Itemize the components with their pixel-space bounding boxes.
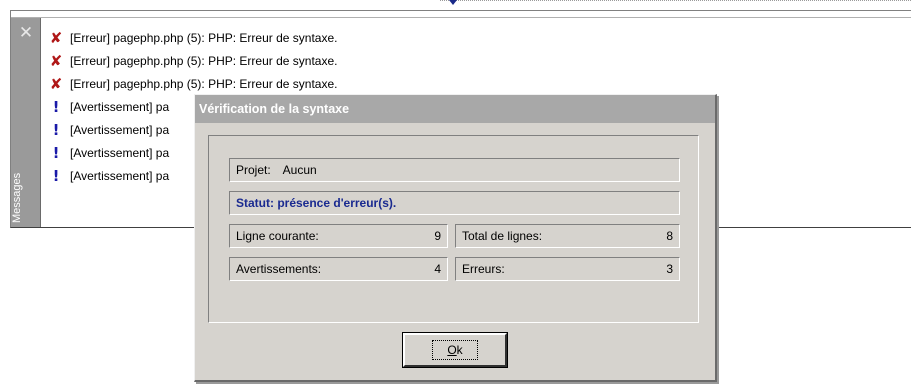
messages-panel-title: Messages: [11, 172, 23, 224]
message-text: [Avertissement] pa: [70, 99, 170, 114]
project-value: Aucun: [282, 163, 317, 177]
message-text: [Erreur] pagephp.php (5): PHP: Erreur de…: [70, 76, 338, 91]
ok-button-label: Ok: [432, 340, 478, 360]
message-text: [Avertissement] pa: [70, 122, 170, 137]
message-row[interactable]: ✘ [Erreur] pagephp.php (5): PHP: Erreur d…: [49, 49, 338, 72]
warning-icon: !: [52, 120, 60, 139]
current-line-value: 9: [434, 229, 441, 243]
message-text: [Avertissement] pa: [70, 168, 170, 183]
errors-label: Erreurs:: [462, 262, 505, 276]
dropdown-marker-icon: [449, 0, 457, 5]
message-text: [Avertissement] pa: [70, 145, 170, 160]
warnings-label: Avertissements:: [236, 262, 322, 276]
errors-value: 3: [666, 262, 673, 276]
dialog-body: Projet: Aucun Statut: présence d'erreur(…: [208, 135, 699, 323]
project-field: Projet: Aucun: [229, 158, 680, 182]
message-row[interactable]: ✘ [Erreur] pagephp.php (5): PHP: Erreur d…: [49, 26, 338, 49]
warnings-field: Avertissements: 4: [229, 257, 448, 281]
warning-icon: !: [52, 97, 60, 116]
error-x-icon: ✘: [49, 74, 63, 93]
status-field: Statut: présence d'erreur(s).: [229, 191, 680, 215]
syntax-check-dialog: Vérification de la syntaxe Projet: Aucun…: [194, 94, 717, 382]
total-lines-field: Total de lignes: 8: [455, 224, 680, 248]
total-lines-value: 8: [666, 229, 673, 243]
error-x-icon: ✘: [49, 51, 63, 70]
warnings-value: 4: [434, 262, 441, 276]
warning-icon: !: [52, 143, 60, 162]
errors-field: Erreurs: 3: [455, 257, 680, 281]
warning-icon: !: [52, 166, 60, 185]
messages-panel-handle[interactable]: ✕ Messages: [11, 18, 41, 227]
toolbar-edge: [440, 0, 911, 6]
close-icon[interactable]: ✕: [17, 24, 35, 42]
ok-button[interactable]: Ok: [402, 332, 508, 368]
error-x-icon: ✘: [49, 28, 63, 47]
project-label: Projet:: [236, 163, 271, 177]
dialog-title[interactable]: Vérification de la syntaxe: [195, 95, 715, 123]
message-text: [Erreur] pagephp.php (5): PHP: Erreur de…: [70, 30, 338, 45]
current-line-label: Ligne courante:: [236, 229, 319, 243]
message-text: [Erreur] pagephp.php (5): PHP: Erreur de…: [70, 53, 338, 68]
current-line-field: Ligne courante: 9: [229, 224, 448, 248]
message-row[interactable]: ✘ [Erreur] pagephp.php (5): PHP: Erreur d…: [49, 72, 338, 95]
status-text: Statut: présence d'erreur(s).: [236, 196, 397, 210]
total-lines-label: Total de lignes:: [462, 229, 543, 243]
